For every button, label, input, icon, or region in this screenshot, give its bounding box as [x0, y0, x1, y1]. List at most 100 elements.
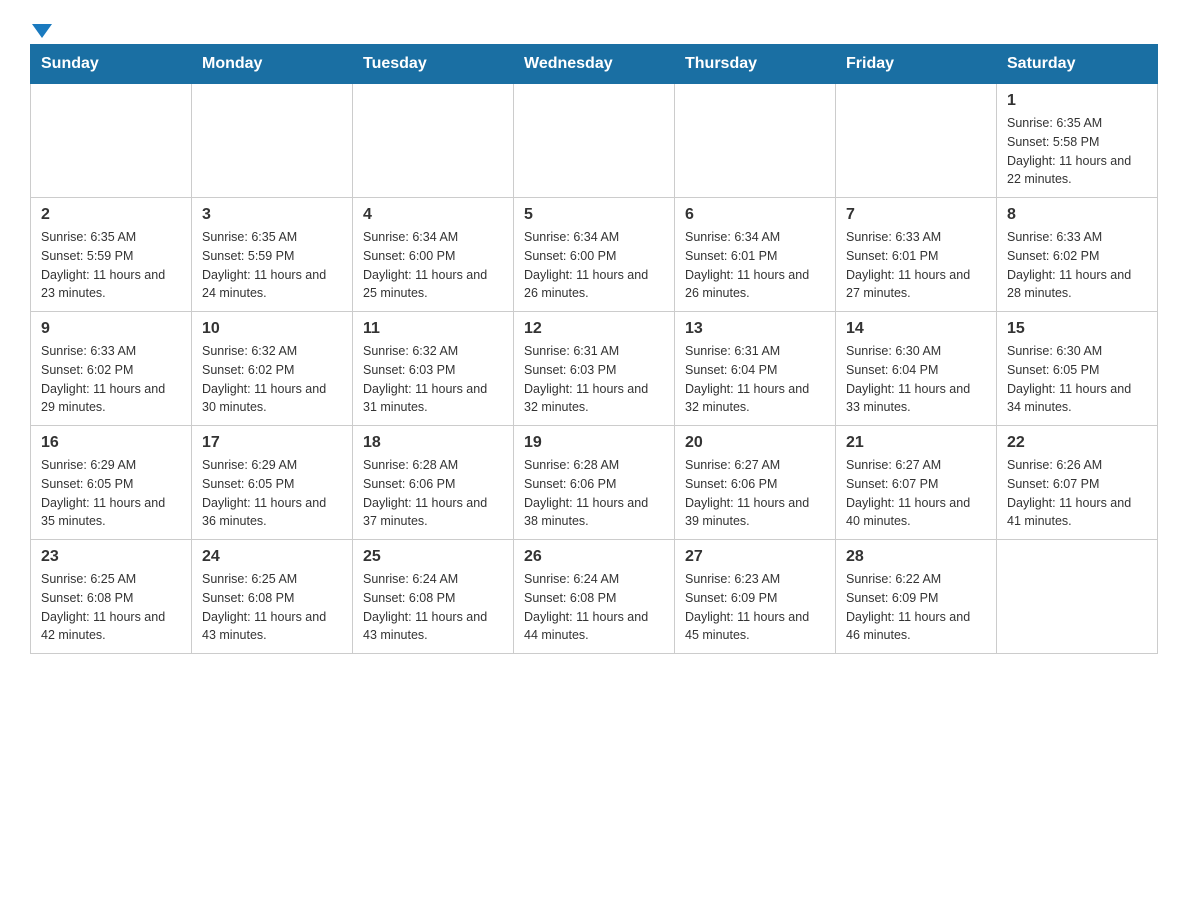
- calendar-table: SundayMondayTuesdayWednesdayThursdayFrid…: [30, 44, 1158, 654]
- calendar-cell: 8 Sunrise: 6:33 AMSunset: 6:02 PMDaylight…: [997, 198, 1158, 312]
- day-number: 9: [41, 320, 181, 338]
- day-info: Sunrise: 6:30 AMSunset: 6:04 PMDaylight:…: [846, 342, 986, 417]
- day-number: 16: [41, 434, 181, 452]
- calendar-cell: 4 Sunrise: 6:34 AMSunset: 6:00 PMDaylight…: [353, 198, 514, 312]
- day-number: 19: [524, 434, 664, 452]
- day-info: Sunrise: 6:34 AMSunset: 6:00 PMDaylight:…: [524, 228, 664, 303]
- day-info: Sunrise: 6:31 AMSunset: 6:04 PMDaylight:…: [685, 342, 825, 417]
- calendar-cell: 21 Sunrise: 6:27 AMSunset: 6:07 PMDayligh…: [836, 426, 997, 540]
- calendar-cell: 6 Sunrise: 6:34 AMSunset: 6:01 PMDaylight…: [675, 198, 836, 312]
- day-number: 8: [1007, 206, 1147, 224]
- day-number: 13: [685, 320, 825, 338]
- day-info: Sunrise: 6:22 AMSunset: 6:09 PMDaylight:…: [846, 570, 986, 645]
- calendar-cell: 10 Sunrise: 6:32 AMSunset: 6:02 PMDayligh…: [192, 312, 353, 426]
- day-info: Sunrise: 6:24 AMSunset: 6:08 PMDaylight:…: [363, 570, 503, 645]
- calendar-cell: 2 Sunrise: 6:35 AMSunset: 5:59 PMDaylight…: [31, 198, 192, 312]
- day-info: Sunrise: 6:27 AMSunset: 6:07 PMDaylight:…: [846, 456, 986, 531]
- day-number: 4: [363, 206, 503, 224]
- day-number: 2: [41, 206, 181, 224]
- calendar-week-row: 2 Sunrise: 6:35 AMSunset: 5:59 PMDaylight…: [31, 198, 1158, 312]
- day-info: Sunrise: 6:34 AMSunset: 6:00 PMDaylight:…: [363, 228, 503, 303]
- calendar-cell: [675, 84, 836, 198]
- day-info: Sunrise: 6:29 AMSunset: 6:05 PMDaylight:…: [41, 456, 181, 531]
- day-number: 12: [524, 320, 664, 338]
- day-info: Sunrise: 6:29 AMSunset: 6:05 PMDaylight:…: [202, 456, 342, 531]
- calendar-cell: [514, 84, 675, 198]
- day-number: 22: [1007, 434, 1147, 452]
- day-info: Sunrise: 6:35 AMSunset: 5:59 PMDaylight:…: [41, 228, 181, 303]
- calendar-cell: 12 Sunrise: 6:31 AMSunset: 6:03 PMDayligh…: [514, 312, 675, 426]
- day-info: Sunrise: 6:27 AMSunset: 6:06 PMDaylight:…: [685, 456, 825, 531]
- day-number: 3: [202, 206, 342, 224]
- day-of-week-header: Tuesday: [353, 45, 514, 84]
- calendar-cell: 17 Sunrise: 6:29 AMSunset: 6:05 PMDayligh…: [192, 426, 353, 540]
- calendar-cell: 15 Sunrise: 6:30 AMSunset: 6:05 PMDayligh…: [997, 312, 1158, 426]
- day-info: Sunrise: 6:31 AMSunset: 6:03 PMDaylight:…: [524, 342, 664, 417]
- day-number: 5: [524, 206, 664, 224]
- day-number: 28: [846, 548, 986, 566]
- calendar-cell: 23Sunrise: 6:25 AMSunset: 6:08 PMDayligh…: [31, 540, 192, 654]
- calendar-header-row: SundayMondayTuesdayWednesdayThursdayFrid…: [31, 45, 1158, 84]
- calendar-cell: [192, 84, 353, 198]
- day-of-week-header: Wednesday: [514, 45, 675, 84]
- calendar-cell: 7 Sunrise: 6:33 AMSunset: 6:01 PMDaylight…: [836, 198, 997, 312]
- day-number: 7: [846, 206, 986, 224]
- day-info: Sunrise: 6:35 AMSunset: 5:59 PMDaylight:…: [202, 228, 342, 303]
- day-number: 24: [202, 548, 342, 566]
- day-number: 18: [363, 434, 503, 452]
- day-number: 21: [846, 434, 986, 452]
- calendar-cell: 18 Sunrise: 6:28 AMSunset: 6:06 PMDayligh…: [353, 426, 514, 540]
- calendar-cell: [836, 84, 997, 198]
- day-of-week-header: Sunday: [31, 45, 192, 84]
- day-number: 10: [202, 320, 342, 338]
- day-number: 25: [363, 548, 503, 566]
- day-info: Sunrise: 6:25 AMSunset: 6:08 PMDaylight:…: [202, 570, 342, 645]
- day-info: Sunrise: 6:33 AMSunset: 6:01 PMDaylight:…: [846, 228, 986, 303]
- calendar-cell: 11 Sunrise: 6:32 AMSunset: 6:03 PMDayligh…: [353, 312, 514, 426]
- calendar-week-row: 1 Sunrise: 6:35 AMSunset: 5:58 PMDaylight…: [31, 84, 1158, 198]
- day-number: 11: [363, 320, 503, 338]
- logo-triangle-icon: [32, 24, 52, 38]
- day-number: 6: [685, 206, 825, 224]
- day-info: Sunrise: 6:32 AMSunset: 6:02 PMDaylight:…: [202, 342, 342, 417]
- calendar-cell: 27 Sunrise: 6:23 AMSunset: 6:09 PMDayligh…: [675, 540, 836, 654]
- calendar-cell: 13 Sunrise: 6:31 AMSunset: 6:04 PMDayligh…: [675, 312, 836, 426]
- calendar-cell: 5 Sunrise: 6:34 AMSunset: 6:00 PMDaylight…: [514, 198, 675, 312]
- day-info: Sunrise: 6:32 AMSunset: 6:03 PMDaylight:…: [363, 342, 503, 417]
- day-info: Sunrise: 6:35 AMSunset: 5:58 PMDaylight:…: [1007, 114, 1147, 189]
- day-info: Sunrise: 6:24 AMSunset: 6:08 PMDaylight:…: [524, 570, 664, 645]
- day-info: Sunrise: 6:28 AMSunset: 6:06 PMDaylight:…: [363, 456, 503, 531]
- day-info: Sunrise: 6:33 AMSunset: 6:02 PMDaylight:…: [41, 342, 181, 417]
- calendar-cell: 28 Sunrise: 6:22 AMSunset: 6:09 PMDayligh…: [836, 540, 997, 654]
- day-info: Sunrise: 6:23 AMSunset: 6:09 PMDaylight:…: [685, 570, 825, 645]
- calendar-cell: [997, 540, 1158, 654]
- day-of-week-header: Monday: [192, 45, 353, 84]
- calendar-cell: 19 Sunrise: 6:28 AMSunset: 6:06 PMDayligh…: [514, 426, 675, 540]
- calendar-week-row: 9 Sunrise: 6:33 AMSunset: 6:02 PMDaylight…: [31, 312, 1158, 426]
- day-number: 26: [524, 548, 664, 566]
- calendar-cell: 14Sunrise: 6:30 AMSunset: 6:04 PMDayligh…: [836, 312, 997, 426]
- calendar-cell: 26 Sunrise: 6:24 AMSunset: 6:08 PMDayligh…: [514, 540, 675, 654]
- calendar-cell: 24 Sunrise: 6:25 AMSunset: 6:08 PMDayligh…: [192, 540, 353, 654]
- day-info: Sunrise: 6:30 AMSunset: 6:05 PMDaylight:…: [1007, 342, 1147, 417]
- day-number: 27: [685, 548, 825, 566]
- day-number: 15: [1007, 320, 1147, 338]
- logo: [30, 20, 52, 34]
- calendar-week-row: 23 Sunrise: 6:25 AMSunset: 6:08 PMDayligh…: [31, 540, 1158, 654]
- day-info: Sunrise: 6:28 AMSunset: 6:06 PMDaylight:…: [524, 456, 664, 531]
- day-info: Sunrise: 6:34 AMSunset: 6:01 PMDaylight:…: [685, 228, 825, 303]
- calendar-cell: 22Sunrise: 6:26 AMSunset: 6:07 PMDayligh…: [997, 426, 1158, 540]
- day-of-week-header: Thursday: [675, 45, 836, 84]
- calendar-cell: 25 Sunrise: 6:24 AMSunset: 6:08 PMDayligh…: [353, 540, 514, 654]
- calendar-week-row: 16 Sunrise: 6:29 AMSunset: 6:05 PMDayligh…: [31, 426, 1158, 540]
- page-header: [30, 20, 1158, 34]
- calendar-cell: [31, 84, 192, 198]
- calendar-cell: 16 Sunrise: 6:29 AMSunset: 6:05 PMDayligh…: [31, 426, 192, 540]
- day-number: 17: [202, 434, 342, 452]
- day-number: 20: [685, 434, 825, 452]
- calendar-cell: 1 Sunrise: 6:35 AMSunset: 5:58 PMDaylight…: [997, 84, 1158, 198]
- day-info: Sunrise: 6:33 AMSunset: 6:02 PMDaylight:…: [1007, 228, 1147, 303]
- day-number: 1: [1007, 92, 1147, 110]
- day-number: 23: [41, 548, 181, 566]
- calendar-cell: 20 Sunrise: 6:27 AMSunset: 6:06 PMDayligh…: [675, 426, 836, 540]
